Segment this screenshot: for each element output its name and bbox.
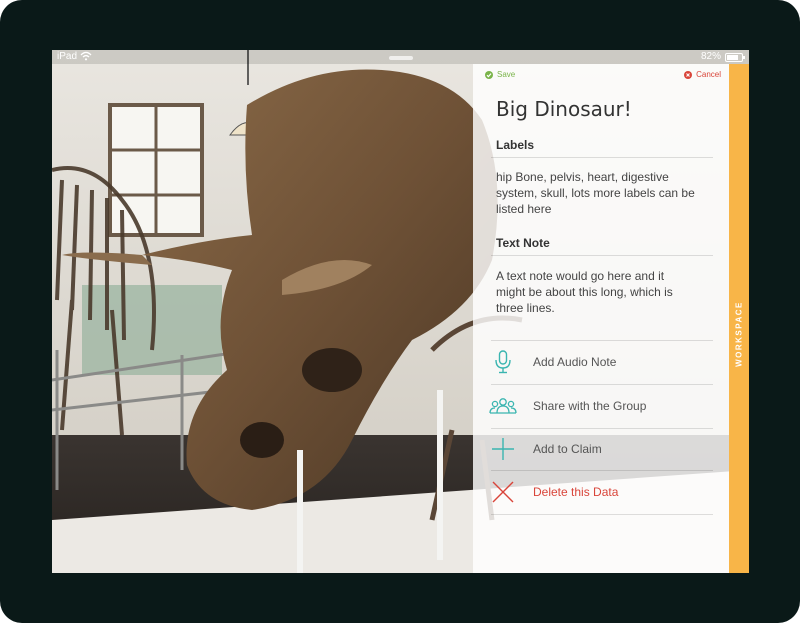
group-icon (489, 392, 517, 420)
wifi-icon (80, 52, 92, 61)
device-name: iPad (57, 51, 78, 62)
battery-icon (725, 52, 745, 62)
drag-handle[interactable] (389, 56, 413, 60)
battery-percent: 82% (700, 51, 721, 62)
action-label: Add to Claim (533, 442, 602, 456)
workspace-label: WORKSPACE (734, 301, 744, 367)
share-with-group-button[interactable]: Share with the Group (489, 392, 713, 420)
workspace-tab[interactable]: WORKSPACE (729, 64, 749, 573)
divider (491, 340, 713, 341)
divider (491, 514, 713, 515)
panel-top-actions: Save Cancel (485, 70, 721, 84)
ipad-frame: iPad 82% Save Cancel Big Dinosaur! Label… (0, 0, 800, 623)
status-left: iPad (57, 50, 92, 64)
note-text[interactable]: A text note would go here and it might b… (496, 268, 696, 316)
save-button[interactable]: Save (485, 70, 515, 79)
action-label: Share with the Group (533, 399, 647, 413)
status-right: 82% (700, 50, 745, 64)
labels-heading: Labels (496, 138, 535, 152)
labels-text[interactable]: hip Bone, pelvis, heart, digestive syste… (496, 169, 696, 217)
action-label: Delete this Data (533, 485, 619, 499)
delete-data-button[interactable]: Delete this Data (489, 478, 713, 506)
plus-icon (489, 435, 517, 463)
divider (491, 255, 713, 256)
add-audio-note-button[interactable]: Add Audio Note (489, 348, 713, 376)
item-title: Big Dinosaur! (496, 97, 632, 121)
cancel-button[interactable]: Cancel (684, 70, 721, 79)
divider (491, 157, 713, 158)
close-icon (684, 70, 693, 79)
check-icon (485, 70, 493, 79)
action-label: Add Audio Note (533, 355, 617, 369)
divider (491, 384, 713, 385)
detail-panel: Save Cancel Big Dinosaur! Labels hip Bon… (473, 64, 729, 573)
save-label: Save (497, 70, 516, 79)
divider (491, 428, 713, 429)
add-to-claim-button[interactable]: Add to Claim (489, 435, 713, 463)
microphone-icon (489, 348, 517, 376)
cancel-label: Cancel (696, 70, 721, 79)
note-heading: Text Note (496, 236, 550, 250)
close-icon (489, 478, 517, 506)
divider (491, 470, 713, 471)
screen: iPad 82% Save Cancel Big Dinosaur! Label… (52, 50, 749, 573)
